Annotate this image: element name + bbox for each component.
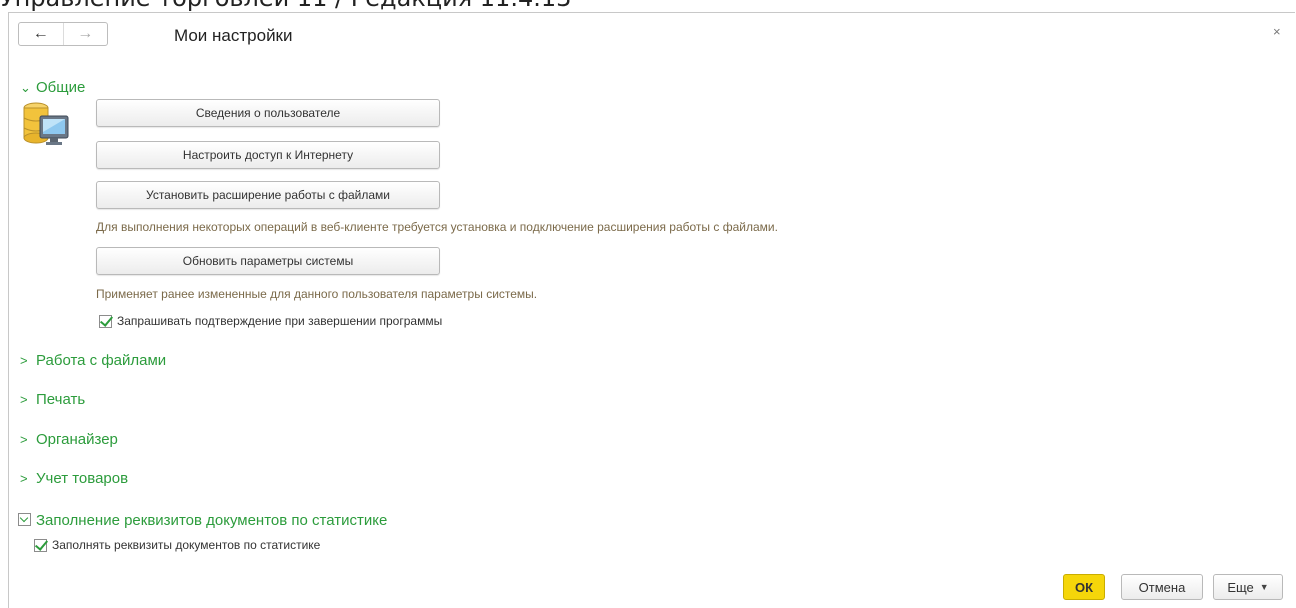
- app-title: Управление торговлей 11 / Редакция 11.4.…: [0, 0, 571, 12]
- chevron-right-icon: >: [20, 392, 28, 407]
- section-general[interactable]: ⌄ Общие: [20, 79, 85, 96]
- chevron-right-icon: >: [20, 471, 28, 486]
- chevron-right-icon: >: [20, 353, 28, 368]
- user-info-button[interactable]: Сведения о пользователе: [96, 99, 440, 127]
- database-monitor-icon: [23, 102, 69, 145]
- file-extension-button[interactable]: Установить расширение работы с файлами: [96, 181, 440, 209]
- caret-down-icon: ▼: [1259, 582, 1269, 592]
- section-print-label: Печать: [36, 391, 86, 408]
- ok-button[interactable]: ОК: [1063, 574, 1105, 600]
- file-extension-note: Для выполнения некоторых операций в веб-…: [96, 220, 778, 234]
- section-files-label: Работа с файлами: [36, 352, 167, 369]
- confirm-exit-row[interactable]: Запрашивать подтверждение при завершении…: [99, 314, 442, 328]
- confirm-exit-checkbox[interactable]: [99, 314, 112, 328]
- section-collapse-icon[interactable]: [18, 513, 31, 526]
- section-goods-label: Учет товаров: [36, 470, 129, 487]
- section-general-label: Общие: [36, 79, 86, 96]
- update-params-button[interactable]: Обновить параметры системы: [96, 247, 440, 275]
- chevron-right-icon: >: [20, 432, 28, 447]
- chevron-down-icon: ⌄: [20, 80, 31, 95]
- section-organizer-label: Органайзер: [36, 431, 118, 448]
- update-params-note: Применяет ранее измененные для данного п…: [96, 287, 538, 301]
- section-organizer[interactable]: > Органайзер: [20, 431, 118, 448]
- app-title-bar: Управление торговлей 11 / Редакция 11.4.…: [0, 0, 1296, 12]
- section-goods[interactable]: > Учет товаров: [20, 470, 128, 487]
- navigation-buttons: ← →: [18, 22, 108, 46]
- section-print[interactable]: > Печать: [20, 391, 85, 408]
- close-button[interactable]: ×: [1273, 24, 1281, 39]
- more-button-label: Еще: [1227, 579, 1254, 595]
- more-button[interactable]: Еще ▼: [1213, 574, 1283, 600]
- arrow-left-icon: ←: [32, 25, 49, 42]
- confirm-exit-label: Запрашивать подтверждение при завершении…: [117, 314, 443, 328]
- close-icon: ×: [1273, 24, 1281, 39]
- form-title: Мои настройки: [174, 26, 293, 45]
- cancel-button[interactable]: Отмена: [1121, 574, 1203, 600]
- autofill-row[interactable]: Заполнять реквизиты документов по статис…: [34, 538, 320, 552]
- internet-access-button[interactable]: Настроить доступ к Интернету: [96, 141, 440, 169]
- section-autofill[interactable]: Заполнение реквизитов документов по стат…: [18, 512, 387, 529]
- autofill-label: Заполнять реквизиты документов по статис…: [52, 538, 321, 552]
- arrow-right-icon: →: [77, 25, 94, 42]
- section-files[interactable]: > Работа с файлами: [20, 352, 166, 369]
- forward-button[interactable]: →: [62, 23, 108, 45]
- autofill-checkbox[interactable]: [34, 538, 47, 552]
- section-autofill-label: Заполнение реквизитов документов по стат…: [36, 512, 388, 529]
- back-button[interactable]: ←: [19, 23, 63, 45]
